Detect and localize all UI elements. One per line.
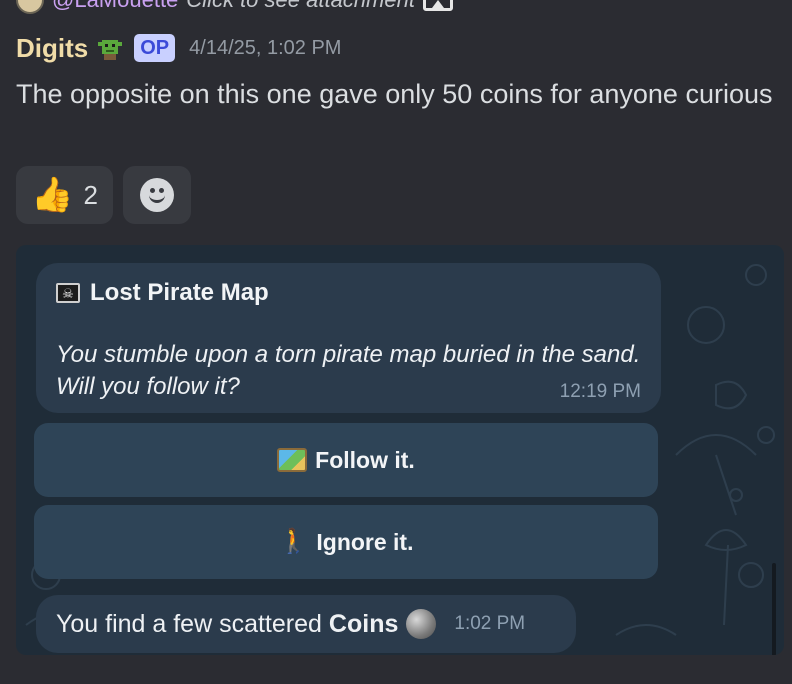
message-text: The opposite on this one gave only 50 co… xyxy=(16,79,773,109)
pirate-flag-icon: ☠ xyxy=(56,283,80,303)
follow-it-label: Follow it. xyxy=(315,446,415,473)
follow-it-button[interactable]: Follow it. xyxy=(34,423,658,497)
reply-text[interactable]: Click to see attachment xyxy=(186,0,415,13)
coin-icon xyxy=(406,609,437,639)
game-message-bubble: ☠ Lost Pirate Map You stumble upon a tor… xyxy=(36,263,661,413)
message-header: Digits OP 4/14/25, 1:02 PM xyxy=(16,30,341,66)
result-message-bubble: You find a few scattered Coins 1:02 PM xyxy=(36,595,576,653)
result-message-time: 1:02 PM xyxy=(454,613,526,634)
add-reaction-button[interactable] xyxy=(123,166,191,224)
reactions-bar: 👍 2 xyxy=(16,166,191,224)
goblin-icon xyxy=(98,40,123,60)
scrollbar[interactable] xyxy=(772,563,776,655)
thumbs-up-icon: 👍 xyxy=(31,176,74,214)
image-icon xyxy=(422,0,453,11)
image-attachment[interactable]: ☠ Lost Pirate Map You stumble upon a tor… xyxy=(16,245,784,655)
ignore-it-button[interactable]: 🚶 Ignore it. xyxy=(34,505,658,579)
op-badge: OP xyxy=(134,34,176,62)
game-message-title: ☠ Lost Pirate Map xyxy=(56,279,269,307)
author-name[interactable]: Digits xyxy=(16,33,88,64)
reaction-count: 2 xyxy=(83,179,98,210)
ignore-it-label: Ignore it. xyxy=(316,528,414,555)
game-message-time: 12:19 PM xyxy=(559,381,641,402)
add-reaction-icon xyxy=(140,178,174,212)
game-title-text: Lost Pirate Map xyxy=(90,279,269,306)
walking-person-icon: 🚶 xyxy=(278,528,309,555)
reaction-thumbs-up[interactable]: 👍 2 xyxy=(16,166,113,224)
map-icon xyxy=(277,448,308,472)
result-coins-word: Coins xyxy=(328,609,399,638)
reply-mention[interactable]: @LaMouette xyxy=(52,0,178,13)
reply-preview[interactable]: @LaMouette Click to see attachment xyxy=(16,0,453,14)
result-text: You find a few scattered xyxy=(56,609,322,638)
avatar[interactable] xyxy=(16,0,44,14)
message-timestamp: 4/14/25, 1:02 PM xyxy=(189,36,342,59)
